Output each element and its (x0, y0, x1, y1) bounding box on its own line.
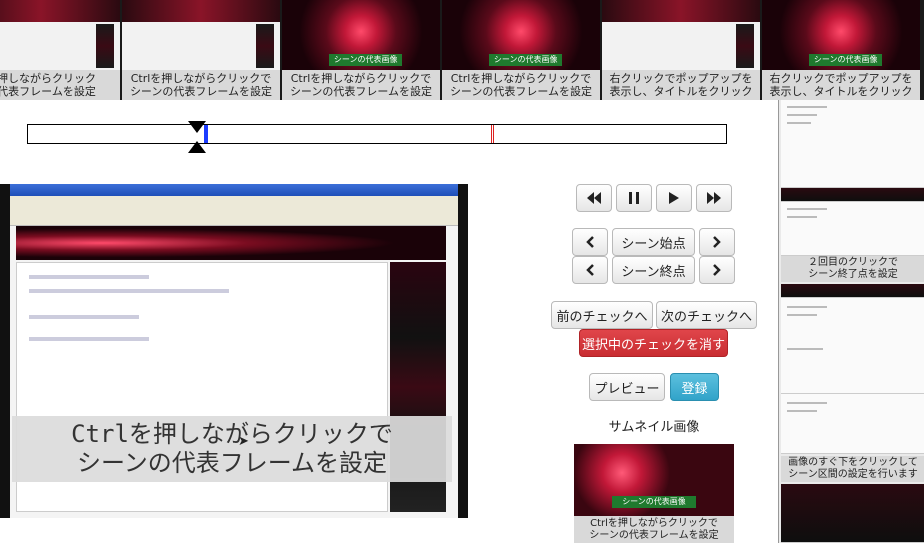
prev-check-button[interactable]: 前のチェックへ (551, 301, 653, 329)
scene-list-strip (781, 484, 924, 543)
frame-banner: シーンの代表画像 (809, 54, 883, 66)
frame-image: シーンの代表画像 (442, 0, 600, 70)
frame-image (0, 0, 120, 70)
frame-caption: Ctrlを押しながらクリックで シーンの代表フレームを設定 (442, 70, 600, 100)
thumbnail-image[interactable]: シーンの代表画像 Ctrlを押しながらクリックで シーンの代表フレームを設定 (574, 444, 734, 543)
filmstrip-frame[interactable]: 右クリックでポップアップを 表示し、タイトルをクリック (602, 0, 760, 100)
scene-end-button[interactable]: シーン終点 (612, 256, 695, 284)
scene-list-strip (781, 284, 924, 298)
scene-end-prev-button[interactable] (572, 256, 608, 284)
video-inner-filmstrip (16, 226, 446, 260)
pause-button[interactable] (616, 184, 652, 212)
filmstrip-frame[interactable]: シーンの代表画像 右クリックでポップアップを 表示し、タイトルをクリック (762, 0, 920, 100)
scene-editor: を押しながらクリック の代表フレームを設定 Ctrlを押しながらクリックで シー… (0, 0, 924, 543)
scene-list-item[interactable] (781, 202, 924, 256)
scene-start-prev-button[interactable] (572, 228, 608, 256)
scene-list-item[interactable] (781, 394, 924, 454)
frame-caption: Ctrlを押しながらクリックで シーンの代表フレームを設定 (122, 70, 280, 100)
scene-start-next-button[interactable] (699, 228, 735, 256)
filmstrip-frame[interactable]: Ctrlを押しながらクリックで シーンの代表フレームを設定 (122, 0, 280, 100)
thumbnail-label: サムネイル画像 (608, 420, 700, 435)
frame-image: シーンの代表画像 (282, 0, 440, 70)
timeline-check-marker[interactable] (491, 125, 494, 143)
chevron-right-icon (713, 236, 721, 248)
fast-forward-button[interactable] (696, 184, 732, 212)
scene-list-caption: ２回目のクリックで シーン終了点を設定 (781, 256, 924, 282)
delete-check-button[interactable]: 選択中のチェックを消す (579, 329, 728, 357)
frame-image: シーンの代表画像 (762, 0, 920, 70)
frame-image (122, 0, 280, 70)
pause-icon (629, 192, 639, 204)
thumbnail-caption: Ctrlを押しながらクリックで シーンの代表フレームを設定 (574, 516, 734, 543)
mouse-pointer-icon: ➤ (238, 434, 249, 449)
next-check-button[interactable]: 次のチェックへ (656, 301, 757, 329)
filmstrip-frame[interactable]: を押しながらクリック の代表フレームを設定 (0, 0, 120, 100)
frame-filmstrip: を押しながらクリック の代表フレームを設定 Ctrlを押しながらクリックで シー… (0, 0, 924, 100)
frame-banner: シーンの代表画像 (489, 54, 563, 66)
thumbnail-banner: シーンの代表画像 (612, 496, 696, 508)
frame-caption: 右クリックでポップアップを 表示し、タイトルをクリック (602, 70, 760, 100)
filmstrip-frame[interactable]: シーンの代表画像 Ctrlを押しながらクリックで シーンの代表フレームを設定 (282, 0, 440, 100)
frame-caption: Ctrlを押しながらクリックで シーンの代表フレームを設定 (282, 70, 440, 100)
rewind-icon (587, 192, 601, 204)
scene-end-next-button[interactable] (699, 256, 735, 284)
video-window-toolbar (10, 196, 458, 226)
play-icon (669, 192, 679, 204)
frame-caption: 右クリックでポップアップを 表示し、タイトルをクリック (762, 70, 920, 100)
timeline-track[interactable] (27, 124, 727, 144)
video-window-titlebar (10, 184, 458, 196)
register-button[interactable]: 登録 (670, 373, 719, 401)
scene-list-item[interactable] (781, 100, 924, 188)
video-preview[interactable]: Ctrlを押しながらクリックで シーンの代表フレームを設定 ➤ (0, 184, 468, 518)
video-caption: Ctrlを押しながらクリックで シーンの代表フレームを設定 (12, 416, 452, 482)
filmstrip-frame[interactable]: シーンの代表画像 Ctrlを押しながらクリックで シーンの代表フレームを設定 (442, 0, 600, 100)
chevron-right-icon (713, 264, 721, 276)
chevron-left-icon (586, 264, 594, 276)
frame-image (602, 0, 760, 70)
playhead-top-handle[interactable] (188, 121, 206, 133)
fast-forward-icon (707, 192, 721, 204)
play-button[interactable] (656, 184, 692, 212)
scene-list-caption: 画像のすぐ下をクリックして シーン区間の設定を行います (781, 456, 924, 482)
rewind-button[interactable] (576, 184, 612, 212)
frame-caption: を押しながらクリック の代表フレームを設定 (0, 70, 120, 100)
chevron-left-icon (586, 236, 594, 248)
scene-list-strip (781, 188, 924, 202)
frame-banner: シーンの代表画像 (329, 54, 403, 66)
scene-list-panel[interactable]: ２回目のクリックで シーン終了点を設定 画像のすぐ下をクリックして シーン区間の… (778, 100, 924, 543)
scene-start-button[interactable]: シーン始点 (612, 228, 695, 256)
preview-button[interactable]: プレビュー (589, 373, 665, 401)
playhead-bottom-handle[interactable] (188, 141, 206, 153)
scene-list-item[interactable] (781, 298, 924, 394)
